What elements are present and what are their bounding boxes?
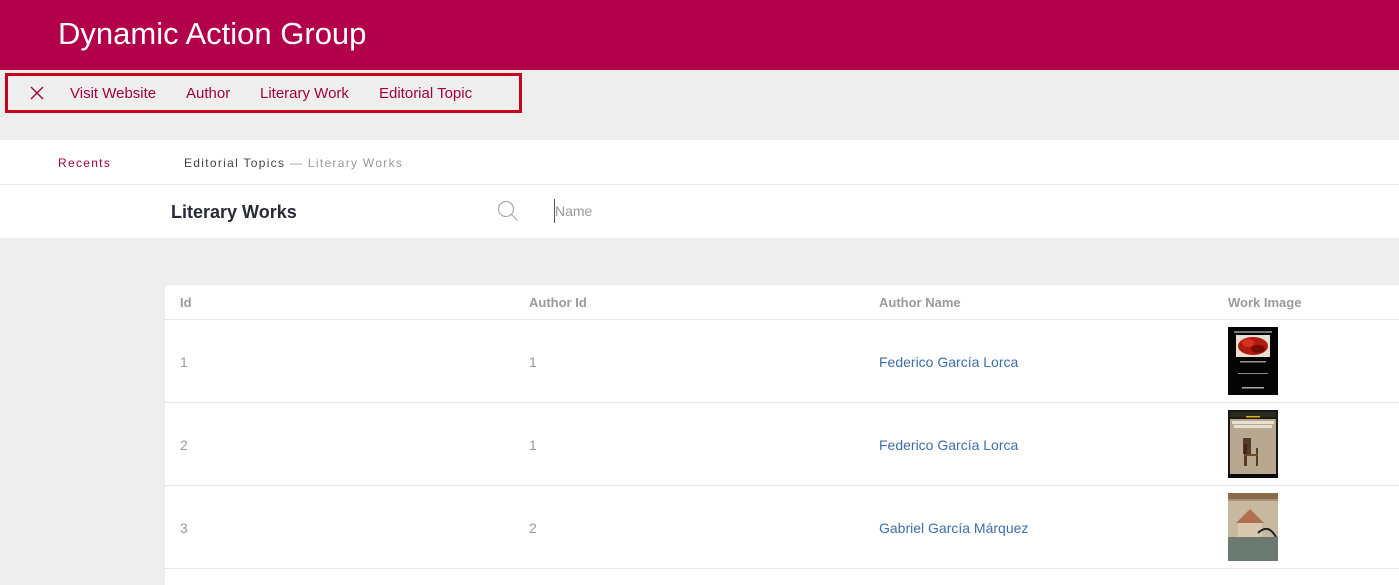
literary-works-table: Id Author Id Author Name Work Image 1 1 … bbox=[165, 285, 1399, 585]
table-header: Id Author Id Author Name Work Image bbox=[165, 285, 1399, 320]
cell-id: 1 bbox=[180, 354, 188, 370]
search-input[interactable] bbox=[554, 199, 1154, 223]
cell-author-name-link[interactable]: Federico García Lorca bbox=[879, 437, 1018, 453]
visit-website-button[interactable]: Visit Website bbox=[70, 85, 156, 102]
cell-id: 3 bbox=[180, 520, 188, 536]
table-row[interactable]: 2 1 Federico García Lorca bbox=[165, 403, 1399, 486]
page-title: Literary Works bbox=[171, 202, 297, 222]
column-header-author-id[interactable]: Author Id bbox=[529, 295, 587, 310]
column-header-author-name[interactable]: Author Name bbox=[879, 295, 961, 310]
breadcrumb-bar: Recents Editorial Topics — Literary Work… bbox=[0, 140, 1399, 185]
close-icon[interactable] bbox=[28, 84, 46, 102]
search-icon[interactable] bbox=[497, 200, 519, 222]
cell-author-id: 1 bbox=[529, 354, 537, 370]
author-button[interactable]: Author bbox=[186, 85, 230, 102]
work-image-thumbnail[interactable] bbox=[1228, 327, 1278, 395]
recents-link[interactable]: Recents bbox=[58, 156, 111, 170]
table-row[interactable]: 1 1 Federico García Lorca bbox=[165, 320, 1399, 403]
work-image-thumbnail[interactable] bbox=[1228, 410, 1278, 478]
breadcrumb-separator: — bbox=[289, 156, 308, 170]
breadcrumb: Editorial Topics — Literary Works bbox=[184, 156, 403, 170]
breadcrumb-parent[interactable]: Editorial Topics bbox=[184, 156, 285, 170]
cell-id: 2 bbox=[180, 437, 188, 453]
app-title: Dynamic Action Group bbox=[58, 16, 367, 51]
column-header-work-image[interactable]: Work Image bbox=[1228, 295, 1301, 310]
column-header-id[interactable]: Id bbox=[180, 295, 192, 310]
cell-author-id: 2 bbox=[529, 520, 537, 536]
table-row[interactable]: 3 2 Gabriel García Márquez bbox=[165, 486, 1399, 569]
literary-work-button[interactable]: Literary Work bbox=[260, 85, 349, 102]
cell-author-name-link[interactable]: Gabriel García Márquez bbox=[879, 520, 1028, 536]
action-group: Visit Website Author Literary Work Edito… bbox=[5, 73, 522, 113]
cell-author-name-link[interactable]: Federico García Lorca bbox=[879, 354, 1018, 370]
app-header: Dynamic Action Group bbox=[0, 0, 1399, 70]
editorial-topic-button[interactable]: Editorial Topic bbox=[379, 85, 472, 102]
cell-author-id: 1 bbox=[529, 437, 537, 453]
breadcrumb-current: Literary Works bbox=[307, 156, 404, 170]
action-bar: Visit Website Author Literary Work Edito… bbox=[0, 70, 1399, 140]
title-bar: Literary Works bbox=[0, 185, 1399, 238]
work-image-thumbnail[interactable] bbox=[1228, 493, 1278, 561]
